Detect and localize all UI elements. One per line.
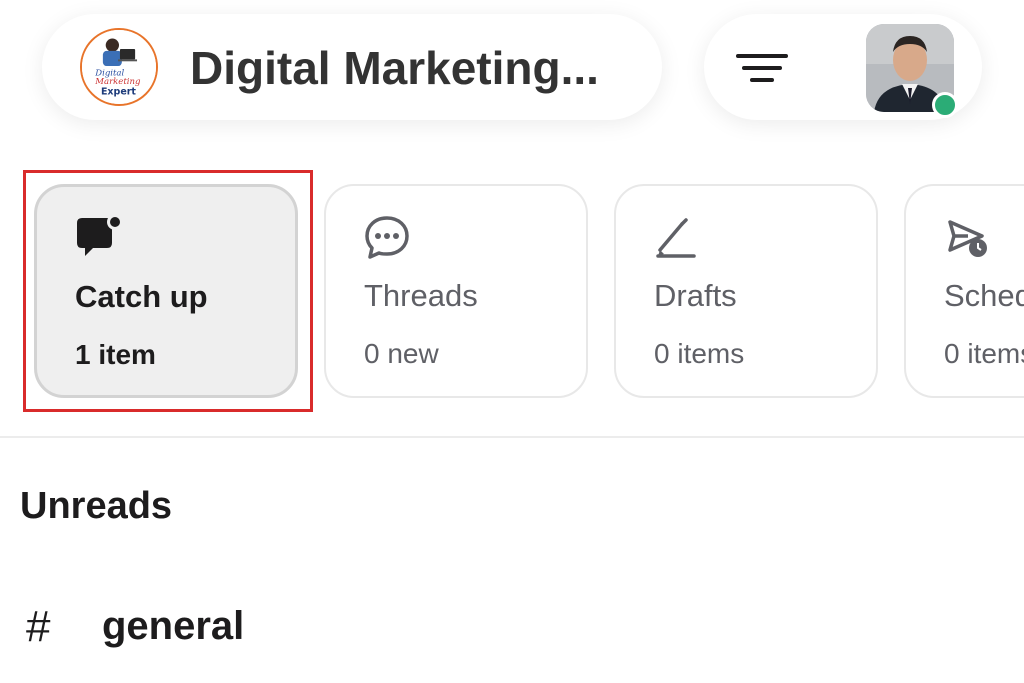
selection-highlight (23, 170, 313, 412)
card-title: Scheduled (944, 278, 1024, 313)
channel-name: general (102, 604, 245, 648)
card-subtitle: 0 items (944, 338, 1024, 369)
svg-text:Expert: Expert (101, 87, 136, 98)
workspace-logo[interactable]: Digital Marketing Expert (80, 28, 158, 106)
scheduled-send-icon (942, 212, 992, 262)
presence-indicator (932, 92, 958, 118)
workspace-switcher[interactable]: Digital Marketing Expert Digital Marketi… (42, 14, 662, 120)
unreads-heading[interactable]: Unreads (20, 485, 172, 528)
filter-icon (736, 54, 788, 82)
threads-bubble-icon (362, 212, 412, 262)
app-home: Digital Marketing Expert Digital Marketi… (0, 0, 1024, 683)
workspace-logo-image: Digital Marketing Expert (82, 30, 156, 104)
threads-card[interactable]: Threads 0 new (324, 184, 588, 398)
card-title: Drafts (654, 278, 737, 313)
channel-hash-icon: # (26, 602, 51, 651)
channel-row-general[interactable]: # general (0, 590, 1024, 670)
header-actions (704, 14, 982, 120)
divider (0, 436, 1024, 438)
drafts-card[interactable]: Drafts 0 items (614, 184, 878, 398)
card-subtitle: 0 items (654, 338, 745, 369)
pencil-icon (652, 212, 702, 262)
scheduled-card[interactable]: Scheduled 0 items (904, 184, 1024, 398)
filter-button[interactable] (732, 48, 792, 88)
card-subtitle: 0 new (364, 338, 439, 369)
workspace-name[interactable]: Digital Marketing... (190, 40, 599, 96)
card-title: Threads (364, 278, 478, 313)
